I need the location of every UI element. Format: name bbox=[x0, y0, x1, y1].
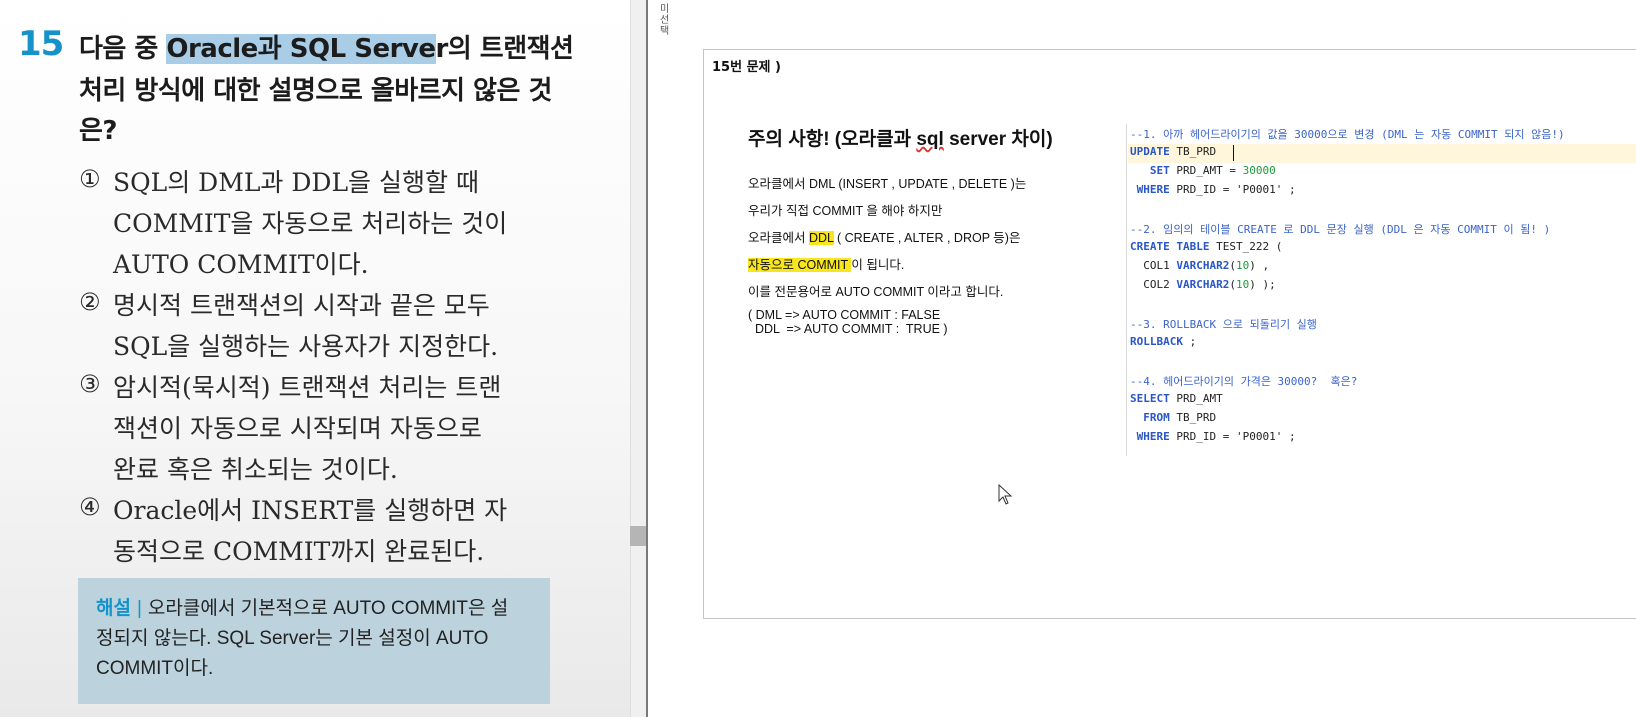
ruler-text: 미선택 bbox=[660, 4, 670, 37]
option-2-line: 명시적 트랜잭션의 시작과 끝은 모두 bbox=[113, 291, 490, 320]
code-line-from[interactable]: FROM TB_PRD bbox=[1130, 411, 1216, 424]
panel-divider[interactable] bbox=[646, 0, 648, 717]
code-text: TB_PRD bbox=[1169, 145, 1217, 158]
code-text: TEST_222 ( bbox=[1209, 240, 1283, 253]
option-4-line: 동적으로 COMMIT까지 완료된다. bbox=[113, 537, 485, 566]
keyword: ROLLBACK bbox=[1130, 335, 1183, 348]
code-text: ) ); bbox=[1249, 278, 1276, 291]
keyword: SET bbox=[1130, 164, 1170, 177]
explanation-line-3: COMMIT이다. bbox=[96, 658, 214, 679]
option-3-line: 암시적(묵시적) 트랜잭션 처리는 트랜 bbox=[113, 373, 502, 402]
code-gutter-line bbox=[1126, 124, 1127, 456]
scrollbar-thumb[interactable] bbox=[630, 526, 646, 546]
code-line-set[interactable]: SET PRD_AMT = 30000 bbox=[1130, 164, 1276, 177]
keyword: CREATE TABLE bbox=[1130, 240, 1210, 253]
code-text: PRD_AMT = bbox=[1169, 164, 1243, 177]
notice-title: 주의 사항! (오라클과 sql server 차이) bbox=[748, 124, 1053, 151]
option-4-number: ④ bbox=[79, 493, 101, 521]
explanation-line-2: 정되지 않는다. SQL Server는 기본 설정이 AUTO bbox=[96, 628, 489, 649]
keyword: VARCHAR2 bbox=[1176, 278, 1230, 291]
notice-text: 이 됩니다. bbox=[851, 258, 905, 272]
code-line-update[interactable]: UPDATE TB_PRD bbox=[1130, 145, 1216, 158]
highlight-ddl: DDL bbox=[808, 231, 834, 245]
option-3-number: ③ bbox=[79, 370, 101, 398]
notice-line-3: 오라클에서 DDL ( CREATE , ALTER , DROP 등)은 bbox=[748, 227, 1020, 246]
explanation-line-1: 해설 | 오라클에서 기본적으로 AUTO COMMIT은 설 bbox=[96, 594, 532, 624]
code-line-select[interactable]: SELECT PRD_AMT bbox=[1130, 392, 1223, 405]
option-3-line: 잭션이 자동으로 시작되며 자동으로 bbox=[113, 414, 482, 443]
question-text: 다음 중 bbox=[79, 34, 167, 64]
vertical-scrollbar[interactable] bbox=[630, 0, 646, 717]
question-number: 15 bbox=[18, 24, 64, 64]
question-line-2: 처리 방식에 대한 설명으로 올바르지 않은 것 bbox=[79, 76, 552, 106]
code-line-create[interactable]: CREATE TABLE TEST_222 ( bbox=[1130, 240, 1282, 253]
keyword: VARCHAR2 bbox=[1176, 259, 1230, 272]
option-1-number: ① bbox=[79, 165, 101, 193]
keyword: WHERE bbox=[1130, 183, 1170, 196]
option-1-line: COMMIT을 자동으로 처리하는 것이 bbox=[113, 209, 508, 238]
option-3-line: 완료 혹은 취소되는 것이다. bbox=[113, 455, 398, 484]
code-text: PRD_ID = 'P0001' ; bbox=[1169, 183, 1296, 196]
code-line-col1[interactable]: COL1 VARCHAR2(10) , bbox=[1130, 259, 1269, 272]
option-1-line: AUTO COMMIT이다. bbox=[113, 250, 369, 279]
code-comment-1: --1. 아까 헤어드라이기의 값을 30000으로 변경 (DML 는 자동 … bbox=[1130, 128, 1565, 141]
option-2-line: SQL을 실행하는 사용자가 지정한다. bbox=[113, 332, 499, 361]
notice-line-1: 오라클에서 DML (INSERT , UPDATE , DELETE )는 bbox=[748, 177, 1027, 191]
text-caret bbox=[1233, 145, 1234, 161]
code-text: TB_PRD bbox=[1169, 411, 1217, 424]
code-text: COL1 bbox=[1130, 259, 1177, 272]
code-text: COL2 bbox=[1130, 278, 1177, 291]
mouse-pointer-icon bbox=[998, 484, 1013, 505]
code-line-where-2[interactable]: WHERE PRD_ID = 'P0001' ; bbox=[1130, 430, 1296, 443]
code-text: ) , bbox=[1249, 259, 1270, 272]
page-label: 15번 문제 ) bbox=[712, 60, 781, 75]
keyword: FROM bbox=[1130, 411, 1170, 424]
explanation-label: 해설 bbox=[96, 598, 131, 619]
explanation-text: 오라클에서 기본적으로 AUTO COMMIT은 설 bbox=[147, 598, 509, 619]
keyword: UPDATE bbox=[1130, 145, 1170, 158]
explanation-box: 해설 | 오라클에서 기본적으로 AUTO COMMIT은 설 정되지 않는다. S… bbox=[78, 578, 550, 704]
code-line-rollback[interactable]: ROLLBACK ; bbox=[1130, 335, 1196, 348]
question-line-1: 다음 중 Oracle과 SQL Server의 트랜잭션 bbox=[79, 28, 574, 65]
notice-line-6: ( DML => AUTO COMMIT : FALSE bbox=[748, 308, 941, 322]
notice-text: 오라클에서 bbox=[748, 231, 809, 245]
option-4-line: Oracle에서 INSERT를 실행하면 자 bbox=[113, 496, 508, 525]
number-literal: 10 bbox=[1235, 278, 1250, 291]
notice-line-5: 이를 전문용어로 AUTO COMMIT 이라고 합니다. bbox=[748, 285, 1004, 299]
code-text: PRD_AMT bbox=[1169, 392, 1223, 405]
code-text: PRD_ID = 'P0001' ; bbox=[1169, 430, 1296, 443]
option-1-line: SQL의 DML과 DDL을 실행할 때 bbox=[113, 168, 479, 197]
code-comment-4: --4. 헤어드라이기의 가격은 30000? 혹은? bbox=[1130, 375, 1358, 388]
code-line-col2[interactable]: COL2 VARCHAR2(10) ); bbox=[1130, 278, 1276, 291]
explanation-separator: | bbox=[136, 598, 142, 619]
selected-text-highlight[interactable]: Oracle과 SQL Serve bbox=[166, 34, 436, 64]
keyword: SELECT bbox=[1130, 392, 1170, 405]
notice-title-text: 주의 사항! (오라클과 bbox=[748, 129, 917, 150]
question-text: r의 트랜잭션 bbox=[435, 34, 574, 64]
highlight-auto-commit: 자동으로 COMMIT bbox=[748, 258, 852, 272]
keyword: WHERE bbox=[1130, 430, 1170, 443]
notice-title-text: server 차이) bbox=[943, 129, 1053, 150]
notice-line-7: DDL => AUTO COMMIT : TRUE ) bbox=[748, 322, 948, 336]
code-text: ( bbox=[1229, 278, 1236, 291]
question-line-3: 은? bbox=[79, 116, 118, 146]
code-text: ; bbox=[1182, 335, 1197, 348]
textbook-panel: 15 다음 중 Oracle과 SQL Server의 트랜잭션 처리 방식에 … bbox=[0, 0, 630, 717]
option-2-number: ② bbox=[79, 288, 101, 316]
spellcheck-word: sql bbox=[916, 129, 944, 150]
code-comment-3: --3. ROLLBACK 으로 되돌리기 실행 bbox=[1130, 318, 1317, 331]
code-comment-2: --2. 임의의 테이블 CREATE 로 DDL 문장 실행 (DDL 은 자… bbox=[1130, 223, 1551, 236]
notice-line-4: 자동으로 COMMIT 이 됩니다. bbox=[748, 254, 904, 273]
notice-line-2: 우리가 직접 COMMIT 을 해야 하지만 bbox=[748, 204, 943, 218]
number-literal: 30000 bbox=[1242, 164, 1276, 177]
code-text: ( bbox=[1229, 259, 1236, 272]
number-literal: 10 bbox=[1235, 259, 1250, 272]
notice-text: ( CREATE , ALTER , DROP 등)은 bbox=[833, 231, 1021, 245]
code-line-where[interactable]: WHERE PRD_ID = 'P0001' ; bbox=[1130, 183, 1296, 196]
